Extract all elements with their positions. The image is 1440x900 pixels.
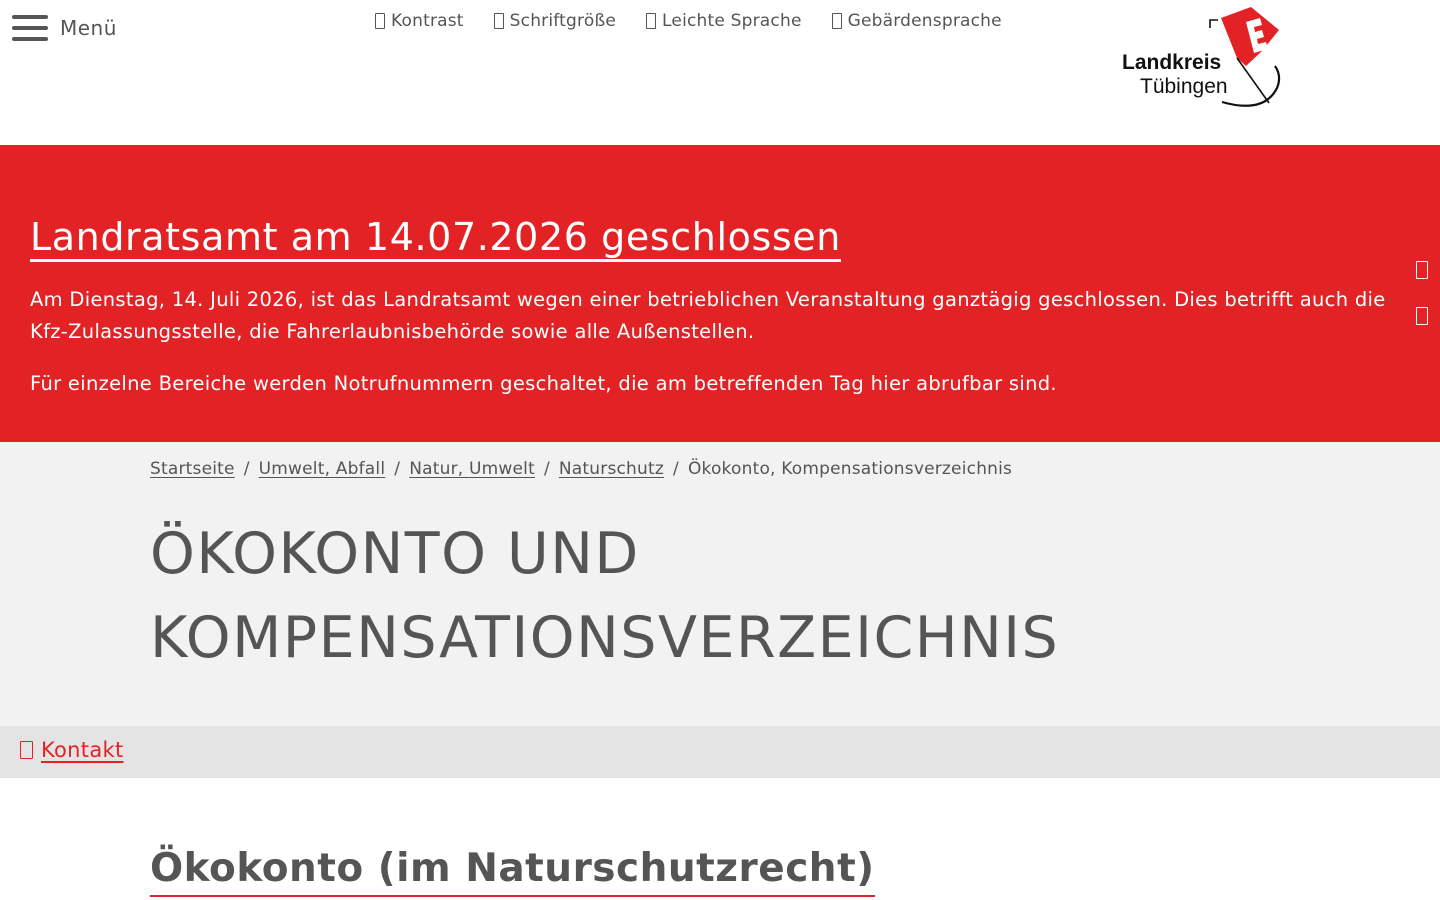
alert-banner: Landratsamt am 14.07.2026 geschlossen Am… [0,145,1440,442]
section-title[interactable]: Ökokonto (im Naturschutzrecht) [150,846,875,897]
chevron-down-icon[interactable] [1416,307,1428,325]
contact-icon [20,741,33,759]
chevron-up-icon[interactable] [1416,261,1428,279]
site-header: Menü Kontrast Schriftgröße Leichte Sprac… [0,0,1440,145]
page-title-line1: ÖKOKONTO UND [150,521,640,587]
sign-language-button[interactable]: Gebärdensprache [831,11,1002,31]
section-title-text: Ökokonto (im Naturschutzrecht) [150,846,875,891]
section-title-underline [150,895,875,897]
contact-bar: Kontakt [0,726,1440,778]
logo-line1: Landkreis [1122,51,1222,74]
breadcrumb-current: Ökokonto, Kompensationsverzeichnis [687,459,1013,479]
menu-button[interactable]: Menü [12,12,117,44]
hamburger-icon [12,12,48,44]
contrast-label: Kontrast [391,11,464,31]
accessibility-toolbar: Kontrast Schriftgröße Leichte Sprache Ge… [375,11,1032,31]
easy-language-label: Leichte Sprache [662,11,802,31]
logo-line2: Tübingen [1140,75,1228,98]
contact-link[interactable]: Kontakt [20,738,123,762]
breadcrumb-natur-umwelt[interactable]: Natur, Umwelt [409,459,535,479]
contrast-icon [375,13,385,29]
breadcrumb: Startseite / Umwelt, Abfall / Natur, Umw… [150,459,1012,479]
page-title: ÖKOKONTO UND KOMPENSATIONSVERZEICHNIS [150,512,1300,680]
contact-label: Kontakt [41,738,124,762]
easy-language-button[interactable]: Leichte Sprache [646,11,802,31]
breadcrumb-separator: / [543,459,550,479]
contrast-button[interactable]: Kontrast [375,11,464,31]
easy-language-icon [646,13,657,29]
breadcrumb-separator: / [394,459,401,479]
breadcrumb-separator: / [673,459,679,479]
font-size-icon [493,13,504,29]
alert-title-link[interactable]: Landratsamt am 14.07.2026 geschlossen [30,215,841,259]
breadcrumb-umwelt-abfall[interactable]: Umwelt, Abfall [259,459,386,479]
sign-language-label: Gebärdensprache [847,11,1002,31]
font-size-label: Schriftgröße [509,11,617,31]
breadcrumb-separator: / [243,459,250,479]
breadcrumb-naturschutz[interactable]: Naturschutz [559,459,664,479]
alert-paragraph-2: Für einzelne Bereiche werden Notrufnumme… [30,372,1057,395]
breadcrumb-startseite[interactable]: Startseite [150,459,235,479]
alert-paragraph-1: Am Dienstag, 14. Juli 2026, ist das Land… [30,288,1386,343]
sign-language-icon [831,13,842,29]
font-size-button[interactable]: Schriftgröße [493,11,617,31]
menu-label: Menü [60,16,117,40]
page-title-line2: KOMPENSATIONSVERZEICHNIS [150,605,1060,671]
page-header: Startseite / Umwelt, Abfall / Natur, Umw… [0,442,1440,726]
site-logo[interactable]: Landkreis Tübingen [1118,6,1283,110]
